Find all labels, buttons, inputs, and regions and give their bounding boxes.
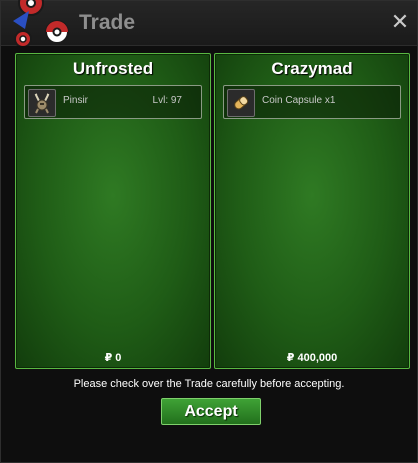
trade-panel-right: Crazymad Coin Capsule x1 ₽ 400,000 [214,53,410,369]
titlebar[interactable]: Trade ✕ [1,0,417,48]
item-name: Pinsir [63,95,89,106]
trade-item-slot[interactable]: Coin Capsule x1 [223,85,401,119]
window-title: Trade [79,11,136,34]
pokeball-logo-icon [13,0,69,48]
item-level: Lvl: 97 [152,95,182,106]
trade-content: Unfrosted Pinsir Lvl: 97 ₽ 0 Crazymad Co… [1,46,417,462]
trade-notice: Please check over the Trade carefully be… [73,378,345,390]
player-name: Crazymad [271,59,353,78]
player-name: Unfrosted [72,59,154,78]
trade-panel-left: Unfrosted Pinsir Lvl: 97 ₽ 0 [15,53,211,369]
trade-item-slot[interactable]: Pinsir Lvl: 97 [24,85,202,119]
money-offer: ₽ 0 [104,352,122,364]
money-offer: ₽ 400,000 [286,352,338,364]
coin-capsule-icon [227,89,255,117]
close-icon[interactable]: ✕ [389,10,411,34]
item-name: Coin Capsule x1 [262,95,336,106]
trade-window: Trade ✕ Unfrosted Pinsir Lvl: 97 ₽ 0 Cra… [0,0,418,463]
pinsir-icon [28,89,56,117]
accept-button[interactable]: Accept [161,398,261,425]
